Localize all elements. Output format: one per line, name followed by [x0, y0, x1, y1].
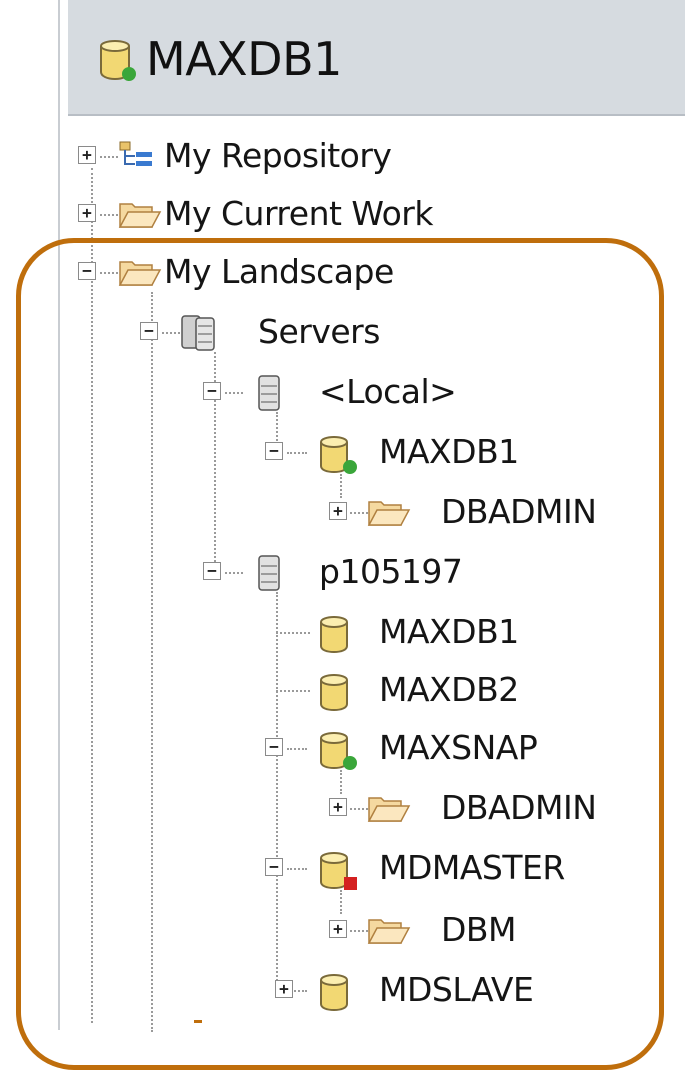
tree-item-my-current-work[interactable]: + My Current Work — [78, 192, 538, 236]
expand-button[interactable]: + — [78, 204, 96, 222]
highlight-annotation — [16, 238, 664, 1070]
tree-item-label: My Current Work — [164, 194, 434, 233]
page-title: MAXDB1 — [146, 32, 342, 86]
database-connected-icon — [98, 38, 138, 86]
expand-button[interactable]: + — [78, 146, 96, 164]
tree-item-my-repository[interactable]: + My Repository — [78, 134, 498, 178]
repository-icon — [118, 138, 156, 178]
tree-item-label: My Repository — [164, 136, 392, 175]
title-bar: MAXDB1 — [68, 0, 685, 116]
folder-icon — [118, 196, 162, 236]
